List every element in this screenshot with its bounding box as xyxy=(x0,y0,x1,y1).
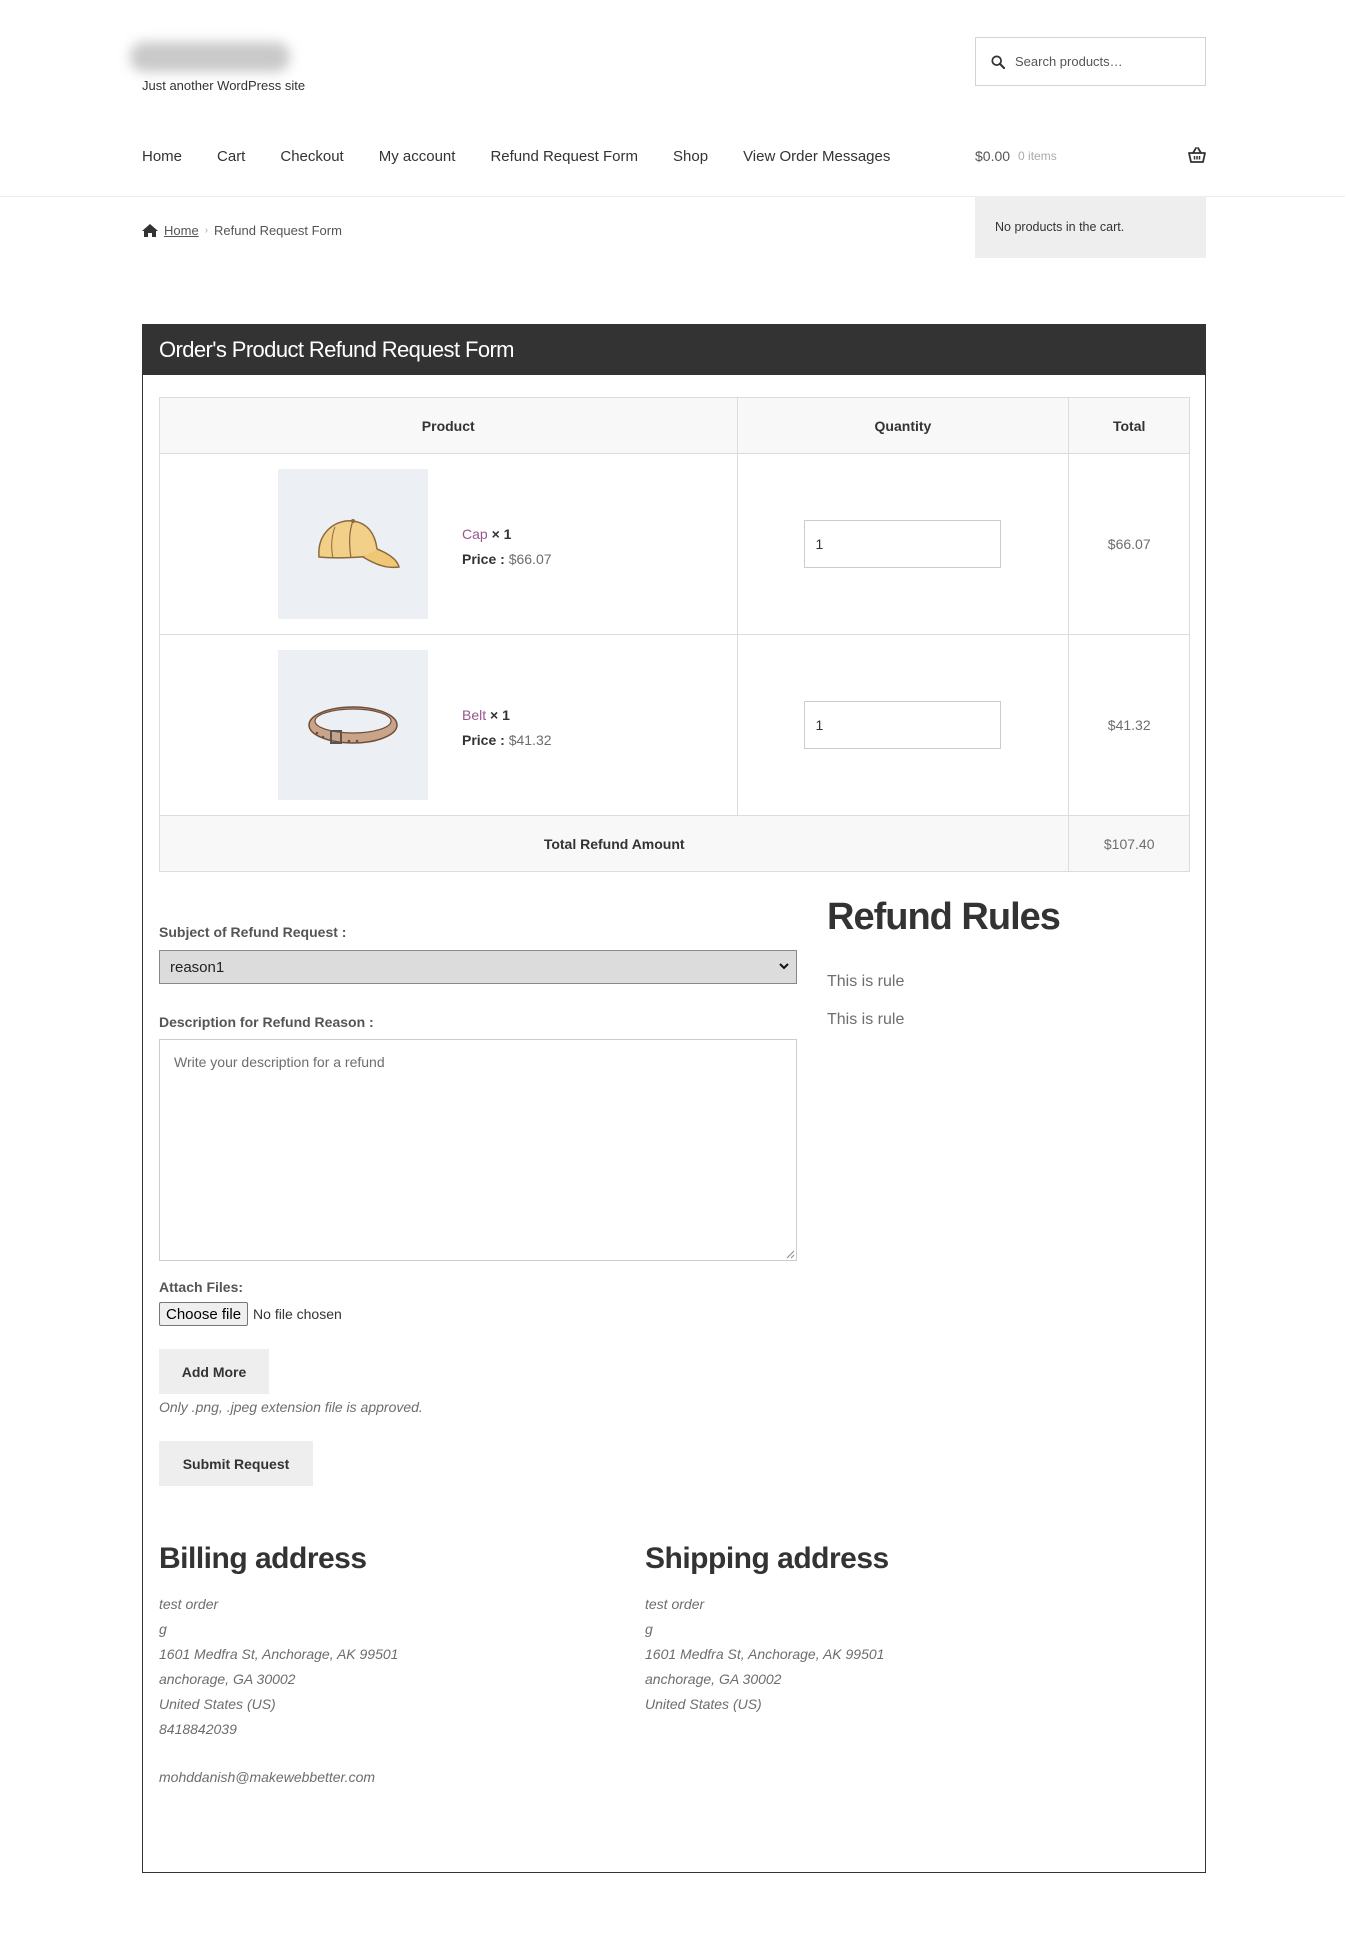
column-header-total: Total xyxy=(1068,397,1190,454)
nav-item-shop[interactable]: Shop xyxy=(673,148,708,165)
shipping-line: test order xyxy=(645,1596,705,1612)
table-row: Cap × 1 Price : $66.07 $66.07 xyxy=(159,453,1190,635)
total-refund-label: Total Refund Amount xyxy=(158,815,1070,872)
nav-item-cart[interactable]: Cart xyxy=(217,148,245,165)
chevron-down-icon xyxy=(779,963,789,970)
quantity-input[interactable] xyxy=(804,701,1002,749)
product-total: $66.07 xyxy=(1068,453,1190,635)
refund-rules-title: Refund Rules xyxy=(827,896,1061,938)
breadcrumb-separator: › xyxy=(204,225,209,236)
nav-item-refund-request-form[interactable]: Refund Request Form xyxy=(490,148,638,165)
quantity-cell xyxy=(736,453,1070,635)
price-label: Price : xyxy=(462,732,505,748)
billing-line: g xyxy=(159,1621,167,1637)
description-label: Description for Refund Reason : xyxy=(159,1014,374,1030)
breadcrumb: Home › Refund Request Form xyxy=(142,223,342,238)
product-info: Belt × 1 Price : $41.32 xyxy=(462,703,552,753)
nav-item-home[interactable]: Home xyxy=(142,148,182,165)
add-more-button[interactable]: Add More xyxy=(159,1349,269,1394)
nav-item-my-account[interactable]: My account xyxy=(379,148,456,165)
product-info: Cap × 1 Price : $66.07 xyxy=(462,522,552,572)
nav-item-checkout[interactable]: Checkout xyxy=(280,148,343,165)
site-title-blurred-logo[interactable] xyxy=(130,42,290,72)
shipping-line: anchorage, GA 30002 xyxy=(645,1671,782,1687)
breadcrumb-current: Refund Request Form xyxy=(214,223,342,238)
billing-line: United States (US) xyxy=(159,1696,276,1712)
product-price: $41.32 xyxy=(508,732,552,748)
cap-icon xyxy=(318,519,400,569)
nav-item-view-order-messages[interactable]: View Order Messages xyxy=(743,148,890,165)
product-price: $66.07 xyxy=(508,551,552,567)
total-refund-amount: $107.40 xyxy=(1068,815,1190,872)
product-name-link[interactable]: Cap xyxy=(462,526,488,542)
column-header-product: Product xyxy=(159,397,738,454)
choose-file-button[interactable]: Choose file xyxy=(159,1302,249,1326)
basket-icon xyxy=(1188,147,1206,163)
quantity-input[interactable] xyxy=(804,520,1002,568)
column-header-quantity: Quantity xyxy=(736,397,1070,454)
product-thumbnail[interactable] xyxy=(278,650,428,800)
breadcrumb-home-link[interactable]: Home xyxy=(164,223,199,238)
shipping-line: 1601 Medfra St, Anchorage, AK 99501 xyxy=(645,1646,885,1662)
rule-item: This is rule xyxy=(827,1011,905,1028)
mini-cart-dropdown: No products in the cart. xyxy=(975,196,1206,258)
billing-line: 1601 Medfra St, Anchorage, AK 99501 xyxy=(159,1646,399,1662)
shipping-address-title: Shipping address xyxy=(645,1542,889,1575)
header-cart-link[interactable]: $0.00 0 items xyxy=(975,147,1206,164)
file-status: No file chosen xyxy=(253,1306,342,1322)
shipping-line: g xyxy=(645,1621,653,1637)
search-icon xyxy=(991,54,1005,69)
search-box[interactable] xyxy=(975,37,1206,86)
site-tagline: Just another WordPress site xyxy=(142,78,306,93)
billing-line: test order xyxy=(159,1596,219,1612)
refund-form-panel: Order's Product Refund Request Form Prod… xyxy=(142,324,1206,1873)
rule-item: This is rule xyxy=(827,973,905,990)
description-textarea[interactable] xyxy=(159,1039,797,1261)
billing-email: mohddanish@makewebbetter.com xyxy=(159,1769,376,1785)
cart-item-count: 0 items xyxy=(1018,149,1057,163)
shipping-address: test order g 1601 Medfra St, Anchorage, … xyxy=(645,1592,884,1717)
belt-icon xyxy=(308,706,398,744)
billing-address-title: Billing address xyxy=(159,1542,367,1575)
product-name-link[interactable]: Belt xyxy=(462,707,486,723)
subject-label: Subject of Refund Request : xyxy=(159,924,347,940)
home-icon xyxy=(142,224,158,237)
file-input: Choose file No file chosen xyxy=(159,1302,342,1326)
product-thumbnail[interactable] xyxy=(278,469,428,619)
price-label: Price : xyxy=(462,551,505,567)
product-qty-label: × 1 xyxy=(490,707,510,723)
cart-amount: $0.00 xyxy=(975,148,1011,164)
billing-phone: 8418842039 xyxy=(159,1721,237,1737)
shipping-line: United States (US) xyxy=(645,1696,762,1712)
attach-files-label: Attach Files: xyxy=(159,1279,244,1295)
subject-select[interactable]: reason1 xyxy=(159,950,797,984)
billing-line: anchorage, GA 30002 xyxy=(159,1671,296,1687)
submit-request-button[interactable]: Submit Request xyxy=(159,1441,313,1486)
resize-grip-icon[interactable] xyxy=(785,1249,795,1259)
refund-products-table: Product Quantity Total Cap × 1 Price: $… xyxy=(158,397,1190,872)
billing-address: test order g 1601 Medfra St, Anchorage, … xyxy=(159,1592,398,1790)
subject-selected-value: reason1 xyxy=(170,958,225,976)
file-type-note: Only .png, .jpeg extension file is appro… xyxy=(159,1399,423,1415)
total-row: Total Refund Amount $107.40 xyxy=(158,815,1190,872)
product-total: $41.32 xyxy=(1068,634,1190,816)
table-row: Belt × 1 Price : $41.32 $41.32 xyxy=(159,634,1190,816)
primary-navigation: Home Cart Checkout My account Refund Req… xyxy=(142,148,925,165)
product-cell: Belt × 1 Price : $41.32 xyxy=(159,634,738,816)
form-title: Order's Product Refund Request Form xyxy=(143,325,1205,375)
product-cell: Cap × 1 Price : $66.07 xyxy=(159,453,738,635)
quantity-cell xyxy=(736,634,1070,816)
product-qty-label: × 1 xyxy=(491,526,512,542)
search-input[interactable] xyxy=(1015,54,1195,69)
